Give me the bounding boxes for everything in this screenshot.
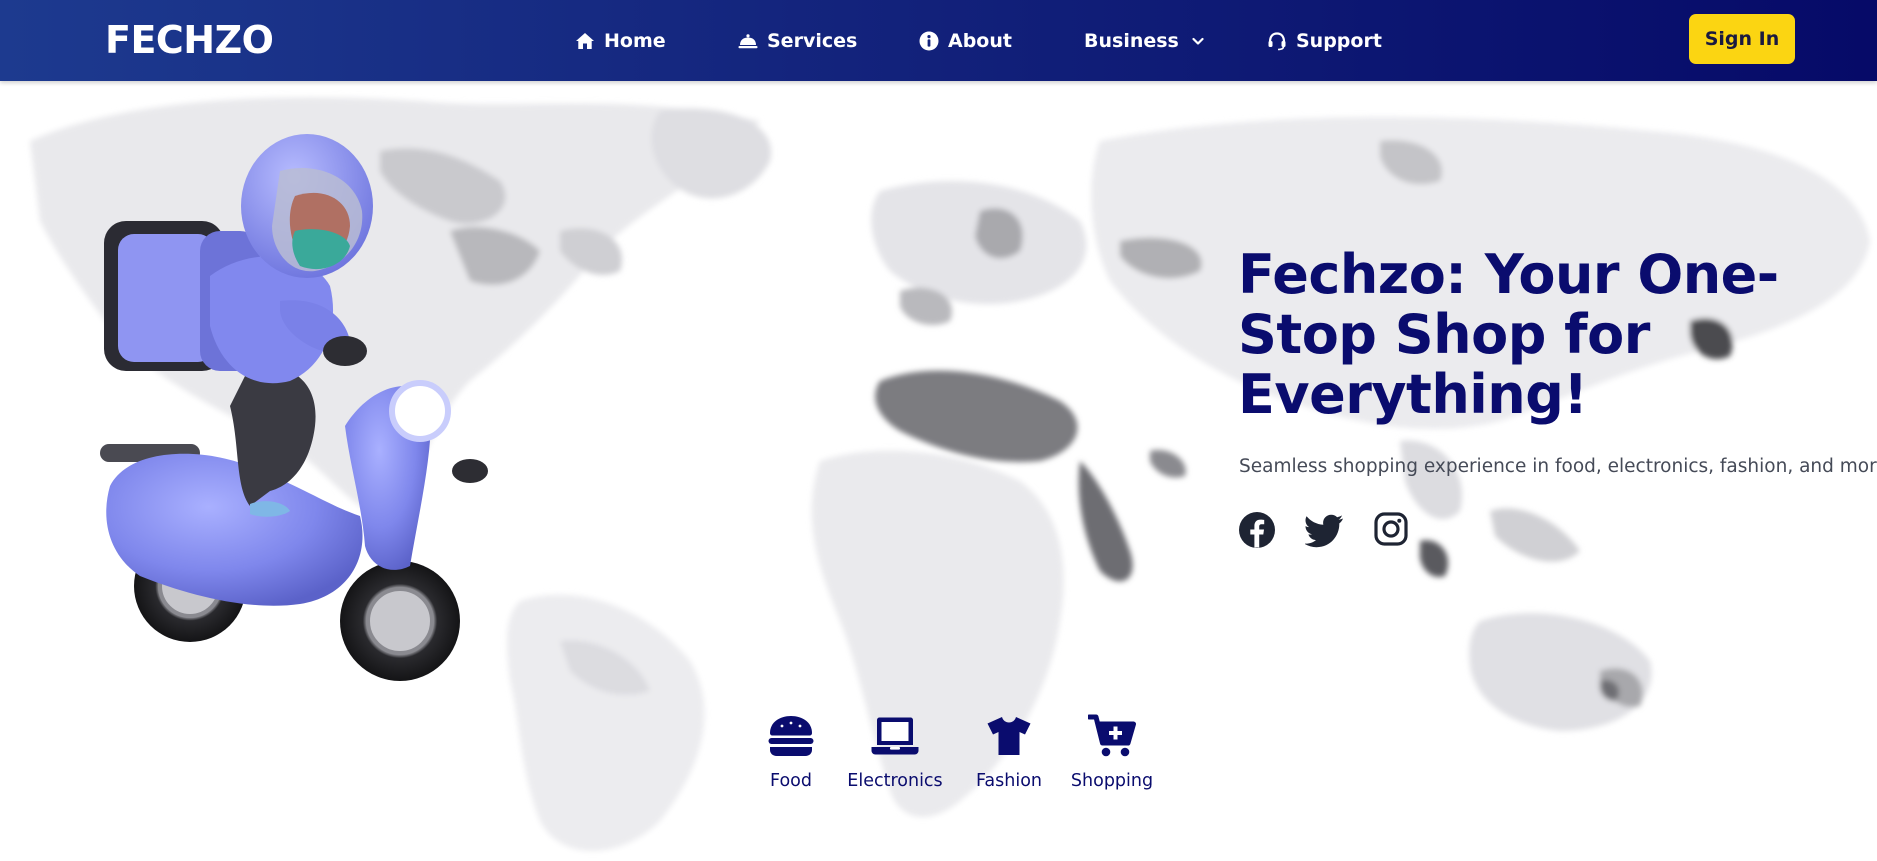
cloche-icon — [738, 34, 758, 49]
nav-services-label: Services — [767, 30, 858, 52]
category-fashion[interactable]: Fashion — [974, 713, 1044, 791]
laptop-icon — [871, 717, 919, 755]
burger-icon — [768, 716, 814, 756]
hero-section: Fechzo: Your One-Stop Shop for Everythin… — [0, 81, 1877, 861]
nav-business-label: Business — [1084, 30, 1179, 52]
nav-about-label: About — [948, 30, 1012, 52]
headset-icon — [1268, 32, 1286, 51]
category-shopping[interactable]: Shopping — [1070, 713, 1154, 791]
facebook-link[interactable] — [1238, 511, 1276, 549]
cart-plus-icon — [1088, 714, 1136, 757]
category-food-label: Food — [770, 771, 812, 791]
twitter-icon — [1305, 514, 1343, 548]
nav-about-link[interactable]: About — [919, 26, 1012, 56]
nav-business-dropdown[interactable]: Business — [1084, 26, 1204, 56]
nav-home-link[interactable]: Home — [575, 26, 666, 56]
hero-subtitle: Seamless shopping experience in food, el… — [1239, 456, 1877, 477]
nav-services-link[interactable]: Services — [738, 26, 857, 56]
delivery-rider-illustration — [100, 134, 488, 681]
facebook-icon — [1239, 512, 1275, 548]
category-electronics[interactable]: Electronics — [845, 713, 945, 791]
info-icon — [919, 31, 939, 51]
nav-support-label: Support — [1296, 30, 1382, 52]
category-fashion-label: Fashion — [975, 771, 1043, 791]
sign-in-button[interactable]: Sign In — [1689, 14, 1795, 64]
navbar: FECHZO Home Services About Business Supp… — [0, 0, 1877, 81]
brand-logo[interactable]: FECHZO — [105, 18, 274, 62]
category-electronics-label: Electronics — [847, 771, 943, 791]
category-food[interactable]: Food — [766, 713, 816, 791]
tshirt-icon — [987, 717, 1031, 755]
home-icon — [576, 33, 594, 49]
twitter-link[interactable] — [1305, 511, 1343, 549]
nav-home-label: Home — [604, 30, 666, 52]
instagram-link[interactable] — [1373, 511, 1411, 549]
chevron-down-icon — [1192, 37, 1204, 45]
instagram-icon — [1374, 512, 1408, 546]
hero-title: Fechzo: Your One-Stop Shop for Everythin… — [1238, 243, 1779, 426]
category-shopping-label: Shopping — [1070, 771, 1154, 791]
nav-support-link[interactable]: Support — [1267, 26, 1382, 56]
